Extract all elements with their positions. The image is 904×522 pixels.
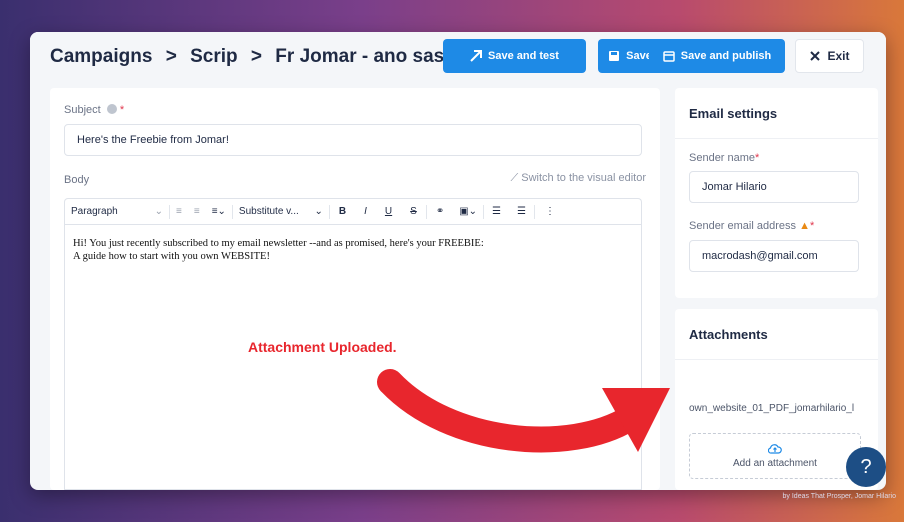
attachment-uploaded-callout: Attachment Uploaded. [248, 339, 397, 355]
body-line: A guide how to start with you own WEBSIT… [73, 251, 270, 262]
email-settings-card: Email settings Sender name* Jomar Hilari… [675, 88, 878, 298]
sender-name-label: Sender name* [689, 152, 759, 164]
cloud-upload-icon [768, 444, 782, 454]
numbered-list-icon[interactable]: ☰ [509, 199, 534, 224]
sender-email-input[interactable]: macrodash@gmail.com [689, 240, 859, 272]
switch-editor-text: Switch to the visual editor [521, 172, 646, 184]
chevron-down-icon: ⌄ [154, 206, 163, 217]
divider [675, 359, 878, 360]
save-icon [609, 51, 620, 61]
breadcrumb-current: Fr Jomar - ano sasa... [275, 46, 471, 67]
align-center-icon[interactable]: ≡ [188, 199, 206, 224]
save-and-test-label: Save and test [488, 50, 559, 62]
info-icon[interactable] [106, 104, 117, 114]
breadcrumb-campaigns[interactable]: Campaigns [50, 46, 152, 68]
attachments-title: Attachments [689, 327, 768, 342]
send-icon [470, 50, 483, 62]
warning-icon[interactable]: ▲ [799, 220, 810, 232]
paragraph-select[interactable]: Paragraph ⌄ [65, 199, 169, 224]
subject-label-text: Subject [64, 104, 101, 116]
save-and-publish-label: Save and publish [680, 50, 772, 62]
bullet-list-icon[interactable]: ☰ [484, 199, 509, 224]
add-attachment-label: Add an attachment [733, 458, 817, 469]
red-arrow-annotation [377, 369, 670, 453]
align-menu-icon[interactable]: ≡⌄ [206, 199, 232, 224]
sender-email-label-text: Sender email address [689, 220, 797, 232]
breadcrumb: Campaigns > Scrip > Fr Jomar - ano sasa.… [50, 46, 471, 68]
breadcrumb-separator: > [250, 46, 263, 67]
image-icon[interactable]: ▣⌄ [453, 199, 483, 224]
more-options-icon[interactable]: ⋮ [535, 199, 565, 224]
save-label: Save [626, 50, 652, 62]
add-attachment-button[interactable]: Add an attachment [689, 433, 861, 479]
email-settings-title: Email settings [689, 106, 778, 121]
exit-button[interactable]: Exit [795, 39, 864, 73]
link-icon[interactable]: ⚭ [427, 199, 453, 224]
attachment-file-item[interactable]: own_website_01_PDF_jomarhilario_l [689, 403, 879, 414]
save-and-publish-button[interactable]: Save and publish [649, 39, 785, 73]
required-mark: * [809, 220, 815, 232]
strikethrough-button[interactable]: S [401, 199, 426, 224]
header-bar: Campaigns > Scrip > Fr Jomar - ano sasa.… [30, 32, 886, 88]
align-left-icon[interactable]: ≡ [170, 199, 188, 224]
close-icon [810, 51, 821, 61]
sender-name-input[interactable]: Jomar Hilario [689, 171, 859, 203]
help-button[interactable]: ? [846, 447, 886, 487]
substitute-label: Substitute v... [238, 206, 299, 217]
underline-button[interactable]: U [376, 199, 401, 224]
wand-icon: ⟋ [510, 172, 522, 184]
sender-email-label: Sender email address ▲* [689, 220, 814, 232]
divider [675, 138, 878, 139]
subject-label: Subject * [64, 104, 124, 116]
calendar-icon [663, 51, 675, 62]
required-mark: * [119, 104, 125, 116]
required-mark: * [755, 152, 760, 164]
subject-input[interactable]: Here's the Freebie from Jomar! [64, 124, 642, 156]
paragraph-label: Paragraph [71, 206, 118, 217]
sender-name-label-text: Sender name [689, 152, 756, 164]
italic-button[interactable]: I [355, 199, 376, 224]
body-line: Hi! You just recently subscribed to my e… [73, 238, 484, 249]
breadcrumb-script[interactable]: Scrip [190, 46, 238, 68]
switch-visual-editor-link[interactable]: ⟋ Switch to the visual editor [511, 172, 647, 185]
bold-button[interactable]: B [330, 199, 355, 224]
body-label: Body [64, 174, 90, 186]
chevron-down-icon: ⌄ [314, 206, 323, 217]
editor-toolbar: Paragraph ⌄ ≡ ≡ ≡⌄ Substitute v... ⌄ B I… [64, 198, 642, 224]
save-and-test-button[interactable]: Save and test [443, 39, 586, 73]
exit-label: Exit [827, 49, 850, 63]
breadcrumb-separator: > [165, 46, 177, 67]
credit-text: by Ideas That Prosper, Jomar Hilario [782, 493, 896, 500]
substitute-variable-select[interactable]: Substitute v... ⌄ [233, 199, 329, 224]
